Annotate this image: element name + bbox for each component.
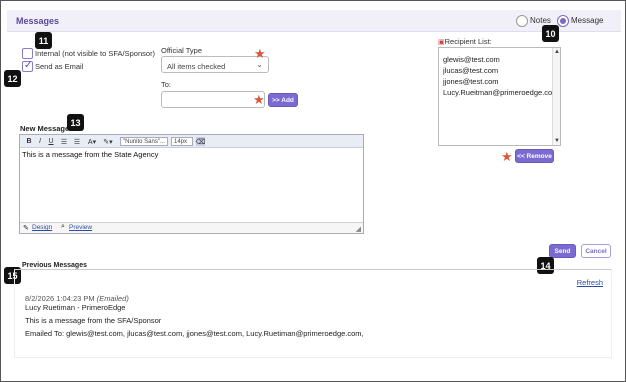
page-title: Messages bbox=[16, 16, 60, 26]
font-size-select[interactable]: 14px bbox=[171, 137, 193, 146]
message-status: (Emailed) bbox=[96, 294, 129, 303]
recipient-item[interactable]: jjones@test.com bbox=[443, 77, 499, 86]
font-family-value: "Nunito Sans"... bbox=[123, 139, 165, 145]
required-star-icon: ★ bbox=[253, 92, 265, 107]
official-type-select[interactable]: All items checked ⌄ bbox=[161, 56, 269, 73]
editor-toolbar: B I U ☰ ☰ A▾ ✎▾ "Nunito Sans"... 14px ⌫ bbox=[20, 135, 363, 148]
emailed-to: Emailed To: glewis@test.com, jlucas@test… bbox=[25, 329, 364, 338]
chevron-down-icon: ⌄ bbox=[256, 60, 263, 69]
tab-design[interactable]: Design bbox=[32, 224, 52, 231]
highlight-icon[interactable]: ✎▾ bbox=[100, 137, 116, 146]
required-star-icon: ★ bbox=[501, 149, 513, 164]
resize-handle-icon[interactable]: ◢ bbox=[356, 225, 361, 233]
callout-badge: 11 bbox=[35, 32, 52, 49]
notes-radio-label[interactable]: Notes bbox=[530, 16, 551, 25]
recipient-list-label-text: Recipient List: bbox=[444, 37, 492, 46]
recipients-icon: ▣ bbox=[438, 39, 445, 46]
bold-icon[interactable]: B bbox=[25, 137, 33, 146]
callout-badge: 13 bbox=[67, 114, 84, 131]
editor-content[interactable]: This is a message from the State Agency bbox=[22, 150, 158, 159]
cancel-button[interactable]: Cancel bbox=[581, 244, 611, 258]
send-as-email-checkbox[interactable] bbox=[22, 60, 33, 72]
recipient-list[interactable]: glewis@test.com jlucas@test.com jjones@t… bbox=[438, 47, 561, 146]
previous-messages-title: Previous Messages bbox=[22, 262, 87, 269]
previous-messages-section: Refresh 8/2/2026 1:04:23 PM (Emailed) Lu… bbox=[14, 269, 612, 358]
tab-preview[interactable]: Preview bbox=[69, 224, 92, 231]
messages-header: Messages Notes Message bbox=[7, 10, 621, 32]
recipient-list-label: ▣Recipient List: bbox=[438, 37, 492, 46]
add-recipient-button[interactable]: >> Add bbox=[268, 93, 298, 107]
format-painter-icon[interactable]: ⌫ bbox=[196, 137, 205, 146]
timestamp-text: 8/2/2026 1:04:23 PM bbox=[25, 294, 95, 303]
message-editor[interactable]: B I U ☰ ☰ A▾ ✎▾ "Nunito Sans"... 14px ⌫ … bbox=[19, 134, 364, 234]
font-family-select[interactable]: "Nunito Sans"... bbox=[120, 137, 168, 146]
required-star-icon: ★ bbox=[254, 46, 266, 61]
new-message-label: New Message bbox=[20, 124, 70, 133]
scroll-up-icon[interactable]: ▲ bbox=[553, 48, 561, 56]
messages-panel: Messages Notes Message 10 11 Internal (n… bbox=[0, 0, 626, 382]
italic-icon[interactable]: I bbox=[36, 137, 44, 146]
editor-footer: ✎ Design ⌕ Preview ◢ bbox=[20, 222, 363, 233]
underline-icon[interactable]: U bbox=[47, 137, 55, 146]
ordered-list-icon[interactable]: ☰ bbox=[59, 137, 69, 146]
message-radio[interactable] bbox=[557, 15, 569, 27]
callout-badge: 12 bbox=[4, 70, 21, 87]
design-pencil-icon: ✎ bbox=[23, 225, 29, 232]
internal-checkbox[interactable] bbox=[22, 48, 33, 59]
send-button[interactable]: Send bbox=[549, 244, 576, 258]
remove-recipient-button[interactable]: << Remove bbox=[515, 149, 554, 163]
scroll-down-icon[interactable]: ▼ bbox=[553, 137, 561, 145]
callout-badge: 10 bbox=[542, 25, 559, 42]
to-input[interactable] bbox=[161, 91, 265, 108]
internal-label: Internal (not visible to SFA/Sponsor) bbox=[35, 49, 156, 58]
notes-radio[interactable] bbox=[516, 15, 528, 27]
recipient-item[interactable]: Lucy.Rueitman@primeroedge.com bbox=[443, 88, 558, 97]
recipient-item[interactable]: glewis@test.com bbox=[443, 55, 500, 64]
recipient-item[interactable]: jlucas@test.com bbox=[443, 66, 498, 75]
official-type-value: All items checked bbox=[167, 62, 226, 71]
magnifier-icon: ⌕ bbox=[61, 223, 65, 230]
message-body: This is a message from the SFA/Sponsor bbox=[25, 316, 162, 325]
message-author: Lucy Ruetiman - PrimeroEdge bbox=[25, 303, 126, 312]
to-label: To: bbox=[161, 80, 172, 89]
font-size-value: 14px bbox=[174, 139, 188, 145]
send-as-email-label: Send as Email bbox=[35, 62, 84, 71]
message-timestamp: 8/2/2026 1:04:23 PM (Emailed) bbox=[25, 294, 129, 303]
refresh-link[interactable]: Refresh bbox=[577, 278, 603, 287]
official-type-label: Official Type bbox=[161, 46, 202, 55]
recipient-scrollbar[interactable]: ▲ ▼ bbox=[552, 48, 560, 145]
unordered-list-icon[interactable]: ☰ bbox=[72, 137, 82, 146]
message-radio-label[interactable]: Message bbox=[571, 16, 603, 25]
font-color-icon[interactable]: A▾ bbox=[86, 137, 98, 146]
